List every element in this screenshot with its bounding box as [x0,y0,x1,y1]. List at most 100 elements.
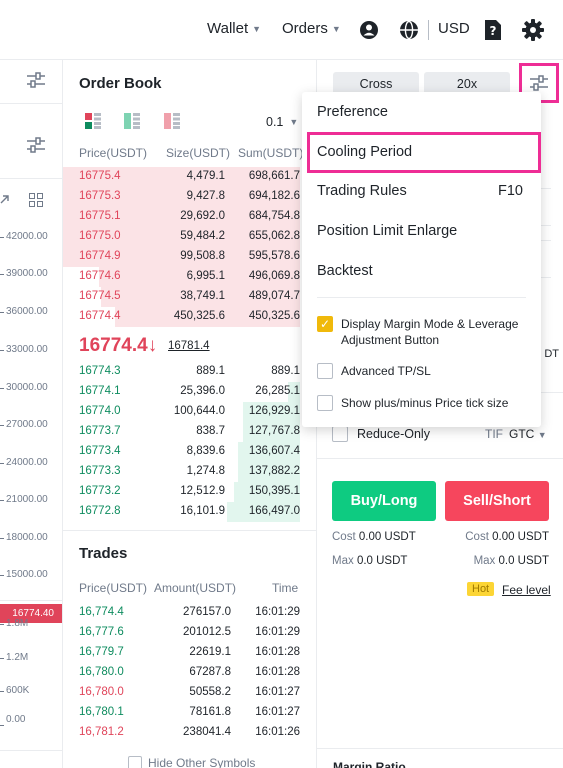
menu-item-trading-rules[interactable]: Trading Rules F10 [302,172,541,210]
precision-value: 0.1 [266,115,284,129]
wallet-label: Wallet [207,20,249,37]
checkbox[interactable] [317,363,333,379]
ask-row[interactable]: 16775.4 4,479.1 698,661.7 [63,167,317,187]
sliders-icon[interactable] [27,72,45,88]
ask-row[interactable]: 16775.0 59,484.2 655,062.8 [63,227,317,247]
ask-row[interactable]: 16775.3 9,427.8 694,182.6 [63,187,317,207]
ask-price: 16775.4 [79,170,121,182]
bid-size: 838.7 [196,425,225,437]
bid-sum: 166,497.0 [248,505,300,517]
menu-item-preference[interactable]: Preference [302,93,541,131]
ask-row[interactable]: 16775.1 29,692.0 684,754.8 [63,207,317,227]
menu-item-label: Backtest [317,263,373,279]
bid-price: 16774.3 [79,365,121,377]
checkbox-checked[interactable] [317,316,333,332]
bid-size: 25,396.0 [180,385,225,397]
bid-row[interactable]: 16773.2 12,512.9 150,395.1 [63,482,317,502]
ask-row[interactable]: 16774.5 38,749.1 489,074.7 [63,287,317,307]
fee-level-link[interactable]: Fee level [502,583,551,597]
trade-price: 16,774.4 [79,606,124,618]
price-axis-label: 21000.00 [6,494,48,505]
reduce-only-checkbox[interactable] [332,426,348,442]
buy-max: Max 0.0 USDT [332,555,407,567]
bid-row[interactable]: 16772.8 16,101.9 166,497.0 [63,502,317,522]
bid-price: 16772.8 [79,505,121,517]
bid-size: 12,512.9 [180,485,225,497]
buy-max-label: Max [332,555,354,567]
bid-row[interactable]: 16773.7 838.7 127,767.8 [63,422,317,442]
trade-time: 16:01:28 [255,666,300,678]
book-view-both-icon[interactable] [85,113,101,129]
last-price[interactable]: 16774.4↓ [79,335,157,357]
caret-down-icon: ▼ [537,430,547,440]
divider [317,458,563,459]
reduce-only-label: Reduce-Only [357,427,430,441]
buy-cost-label: Cost [332,531,356,543]
menu-item-backtest[interactable]: Backtest [302,252,541,290]
book-view-bids-icon[interactable] [124,113,140,129]
bid-row[interactable]: 16773.3 1,274.8 137,882.2 [63,462,317,482]
hide-other-symbols-checkbox[interactable] [128,756,142,768]
globe-icon[interactable] [399,20,419,40]
bid-row[interactable]: 16774.3 889.1 889.1 [63,362,317,382]
ask-size: 6,995.1 [186,270,225,282]
currency-selector[interactable]: USD [438,20,470,37]
bid-row[interactable]: 16773.4 8,839.6 136,607.4 [63,442,317,462]
bid-row[interactable]: 16774.1 25,396.0 26,285.1 [63,382,317,402]
orders-menu[interactable]: Orders ▼ [282,20,341,37]
volume-axis-label: 0.00 [6,714,26,725]
sell-max: Max 0.0 USDT [474,555,549,567]
precision-selector[interactable]: 0.1 ▼ [266,115,298,129]
menu-item-position-limit-enlarge[interactable]: Position Limit Enlarge [302,212,541,250]
axis-tick [0,388,4,389]
menu-item-cooling-period[interactable]: Cooling Period [302,133,541,171]
price-axis-label: 15000.00 [6,569,48,580]
chart-edge-panel: 42000.00 39000.00 36000.00 33000.00 3000… [0,60,63,768]
column-header-time: Time [272,581,299,595]
ask-row[interactable]: 16774.6 6,995.1 496,069.8 [63,267,317,287]
price-axis-label: 18000.00 [6,532,48,543]
ask-price: 16774.6 [79,270,121,282]
gear-icon[interactable] [522,19,544,41]
price-axis-label: 24000.00 [6,457,48,468]
trade-price: 16,780.0 [79,666,124,678]
hide-other-symbols-label: Hide Other Symbols [148,756,256,768]
ask-price: 16774.5 [79,290,121,302]
sell-short-button[interactable]: Sell/Short [445,481,549,521]
bid-row[interactable]: 16774.0 100,644.0 126,929.1 [63,402,317,422]
axis-tick [0,538,4,539]
bid-price: 16773.3 [79,465,121,477]
account-icon[interactable] [359,20,379,40]
volume-axis-label: 600K [6,685,30,696]
option-label: Display Margin Mode & Leverage Adjustmen… [341,317,519,347]
trade-time: 16:01:28 [255,646,300,658]
trade-time: 16:01:29 [255,626,300,638]
tif-selector[interactable]: TIF GTC ▼ [485,427,547,441]
ask-price: 16775.1 [79,210,121,222]
grid-layout-icon[interactable] [29,193,43,207]
bid-sum: 136,607.4 [248,445,300,457]
trades-title: Trades [79,545,128,562]
help-document-icon[interactable]: ? [484,19,502,41]
buy-cost: Cost 0.00 USDT [332,531,416,543]
axis-tick [0,350,4,351]
order-book-title: Order Book [79,75,162,92]
expand-arrow-icon[interactable] [0,194,10,204]
currency-label: USD [438,20,470,37]
book-view-asks-icon[interactable] [164,113,180,129]
wallet-menu[interactable]: Wallet ▼ [207,20,261,37]
sliders-icon[interactable] [27,137,45,153]
divider [0,103,62,104]
mark-price[interactable]: 16781.4 [168,340,210,352]
bid-size: 100,644.0 [173,405,225,417]
top-navigation-bar: Wallet ▼ Orders ▼ USD ? [0,0,563,60]
buy-long-button[interactable]: Buy/Long [332,481,436,521]
sell-cost-label: Cost [465,531,489,543]
ask-row[interactable]: 16774.9 99,508.8 595,578.6 [63,247,317,267]
price-axis-label: 30000.00 [6,382,48,393]
ask-size: 29,692.0 [180,210,225,222]
ask-row[interactable]: 16774.4 450,325.6 450,325.6 [63,307,317,327]
trade-time: 16:01:27 [255,686,300,698]
checkbox[interactable] [317,395,333,411]
sell-cost-value: 0.00 USDT [492,531,549,543]
